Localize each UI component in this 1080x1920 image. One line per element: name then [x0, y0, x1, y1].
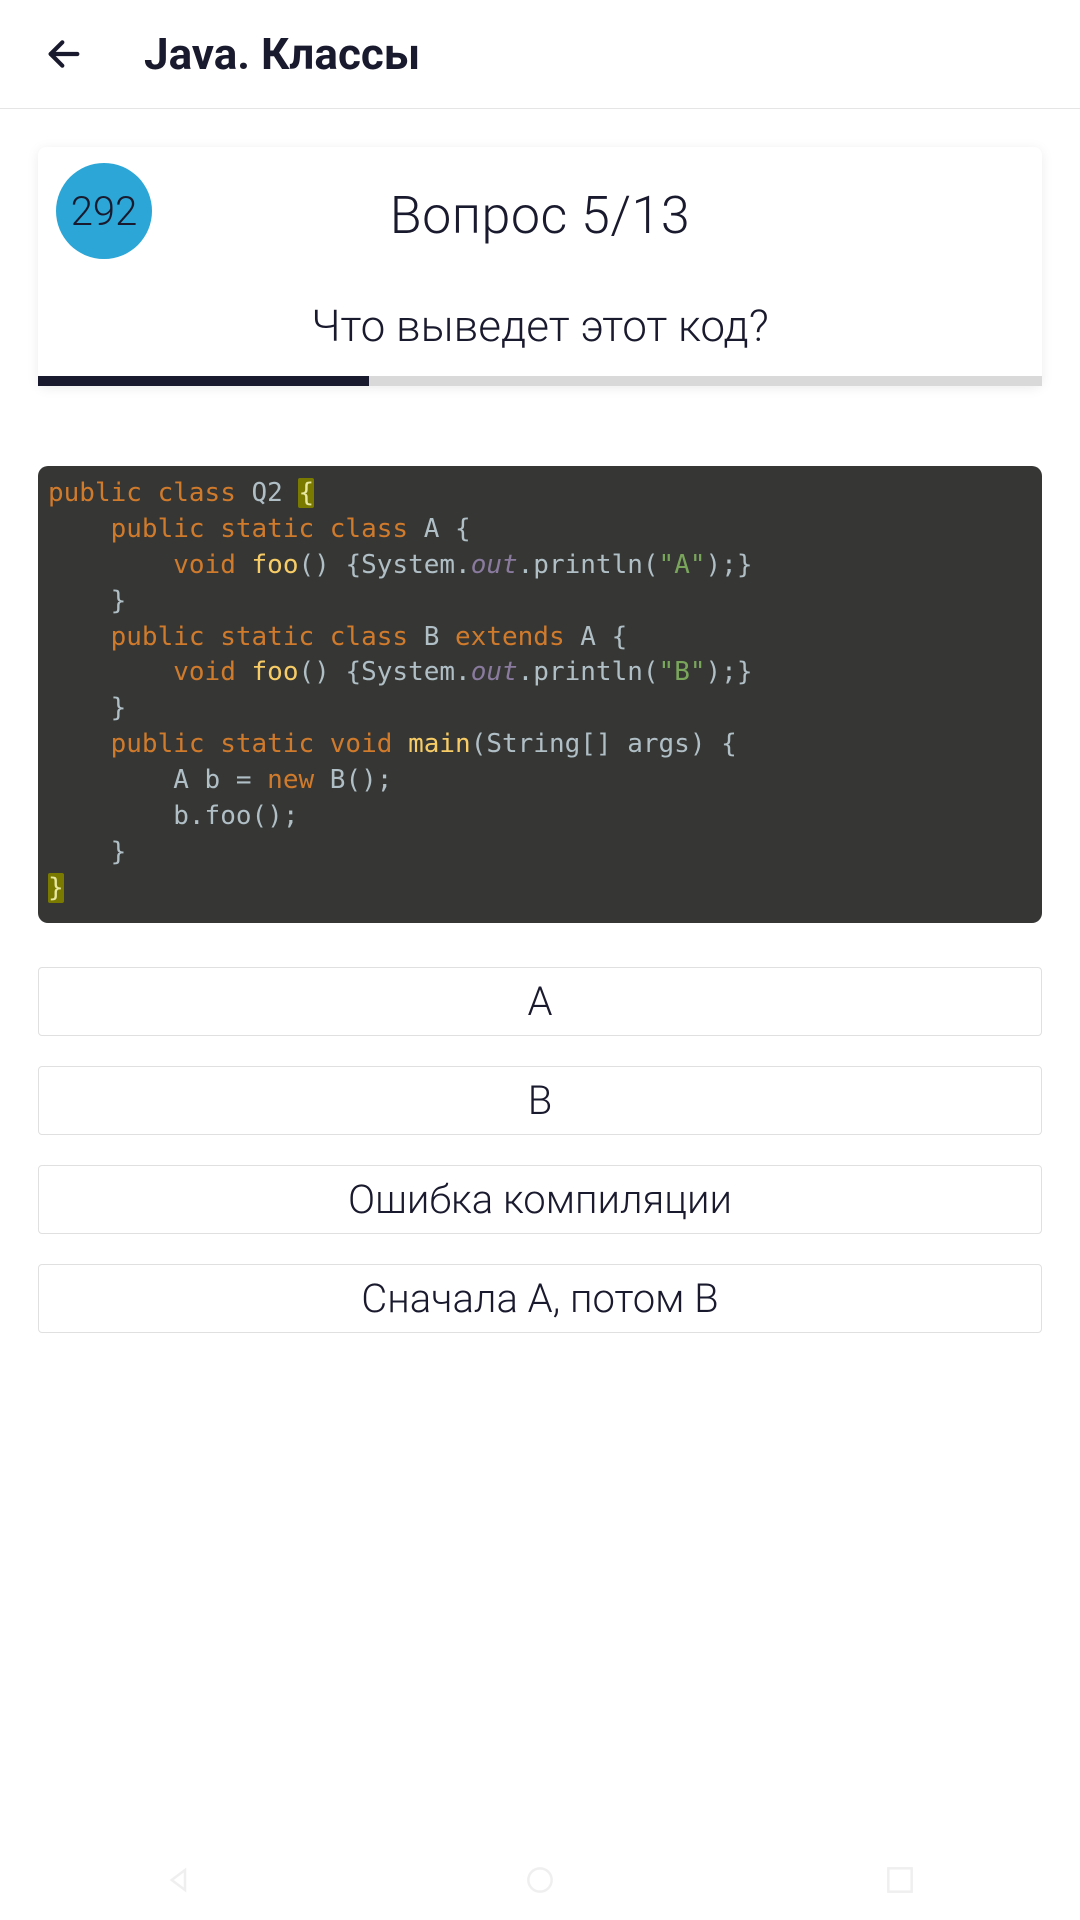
question-card: 292 Вопрос 5/13 Что выведет этот код?: [38, 147, 1042, 386]
system-navbar: [0, 1840, 1080, 1920]
answer-option[interactable]: Ошибка компиляции: [38, 1165, 1042, 1234]
answer-list: A B Ошибка компиляции Сначала A, потом B: [38, 967, 1042, 1333]
progress-bar: [38, 376, 1042, 386]
page-title: Java. Классы: [144, 28, 420, 80]
content-area: 292 Вопрос 5/13 Что выведет этот код? pu…: [0, 109, 1080, 1333]
code-snippet: public class Q2 { public static class A …: [38, 466, 1042, 923]
question-counter: Вопрос 5/13: [58, 185, 1022, 246]
back-icon[interactable]: [40, 30, 88, 78]
progress-fill: [38, 376, 369, 386]
answer-option[interactable]: Сначала A, потом B: [38, 1264, 1042, 1333]
app-header: Java. Классы: [0, 0, 1080, 109]
question-prompt: Что выведет этот код?: [58, 300, 1022, 352]
answer-option[interactable]: B: [38, 1066, 1042, 1135]
answer-option[interactable]: A: [38, 967, 1042, 1036]
score-badge: 292: [56, 163, 152, 259]
nav-recent-icon[interactable]: [880, 1860, 920, 1900]
nav-back-icon[interactable]: [160, 1860, 200, 1900]
nav-home-icon[interactable]: [520, 1860, 560, 1900]
